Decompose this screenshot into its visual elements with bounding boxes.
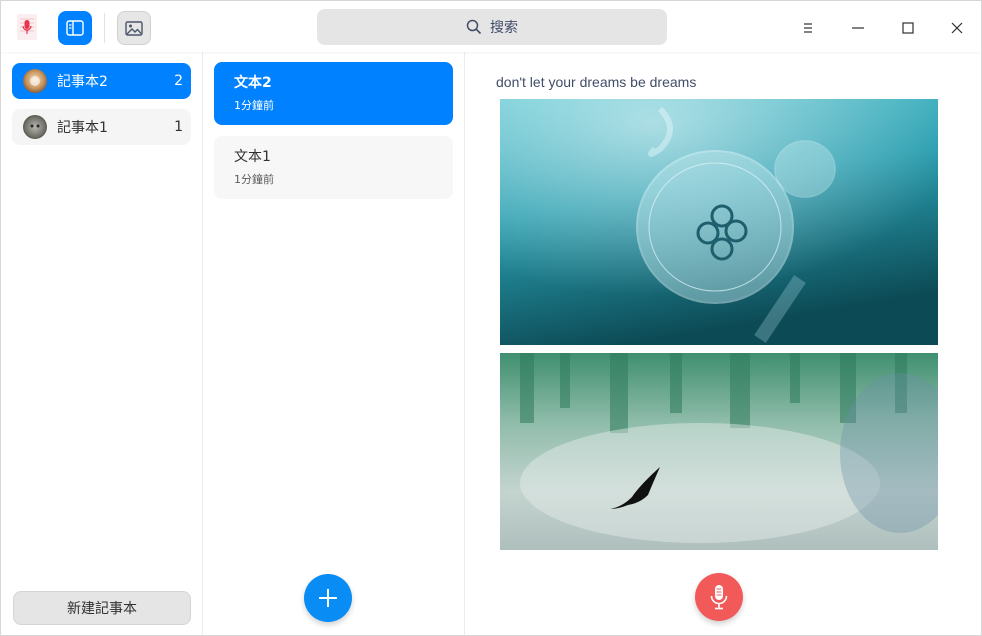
note-editor[interactable]: don't let your dreams be dreams (465, 52, 981, 635)
notebook-count: 2 (174, 73, 183, 89)
note-time: 1分鐘前 (234, 99, 274, 112)
sidebar-toggle-button[interactable] (58, 11, 92, 45)
note-title: 文本1 (234, 149, 271, 165)
menu-icon (804, 23, 812, 33)
notebook-item-1[interactable]: 記事本1 1 (12, 109, 191, 145)
close-icon (951, 22, 963, 34)
search-icon (466, 19, 482, 35)
search-input[interactable]: 搜索 (317, 9, 667, 45)
notebook-avatar (23, 69, 47, 93)
maximize-button[interactable] (891, 11, 925, 45)
notebook-name: 記事本2 (57, 74, 108, 90)
menu-button[interactable] (791, 11, 825, 45)
add-note-button[interactable] (304, 574, 352, 622)
note-time: 1分鐘前 (234, 173, 274, 186)
title-bar: 搜索 (1, 1, 981, 52)
plus-icon (319, 589, 337, 607)
note-item-1[interactable]: 文本1 1分鐘前 (214, 136, 453, 199)
waterfall-image[interactable] (500, 353, 938, 550)
notebook-sidebar: 記事本2 2 記事本1 1 新建記事本 (1, 52, 203, 635)
close-button[interactable] (940, 11, 974, 45)
minimize-button[interactable] (841, 11, 875, 45)
note-item-2[interactable]: 文本2 1分鐘前 (214, 62, 453, 125)
notebook-name: 記事本1 (57, 120, 108, 136)
maximize-icon (902, 22, 914, 34)
voice-record-button[interactable] (695, 573, 743, 621)
toolbar-divider (104, 13, 105, 43)
notebook-item-2[interactable]: 記事本2 2 (12, 63, 191, 99)
jellyfish-image[interactable] (500, 99, 938, 345)
insert-image-button[interactable] (117, 11, 151, 45)
microphone-icon (710, 585, 728, 610)
app-logo-icon (15, 13, 39, 41)
image-icon (125, 20, 143, 36)
app-window: 搜索 記事本2 2 記事本1 1 新建記事本 文本2 1分鐘前 文本1 1分鐘前… (0, 0, 982, 636)
sidebar-icon (66, 20, 84, 36)
search-placeholder: 搜索 (490, 20, 518, 36)
editor-text[interactable]: don't let your dreams be dreams (496, 74, 696, 90)
note-list: 文本2 1分鐘前 文本1 1分鐘前 (203, 52, 465, 635)
notebook-count: 1 (174, 119, 183, 135)
note-title: 文本2 (234, 75, 272, 91)
new-notebook-button[interactable]: 新建記事本 (13, 591, 191, 625)
minimize-icon (852, 27, 864, 29)
notebook-avatar (23, 115, 47, 139)
